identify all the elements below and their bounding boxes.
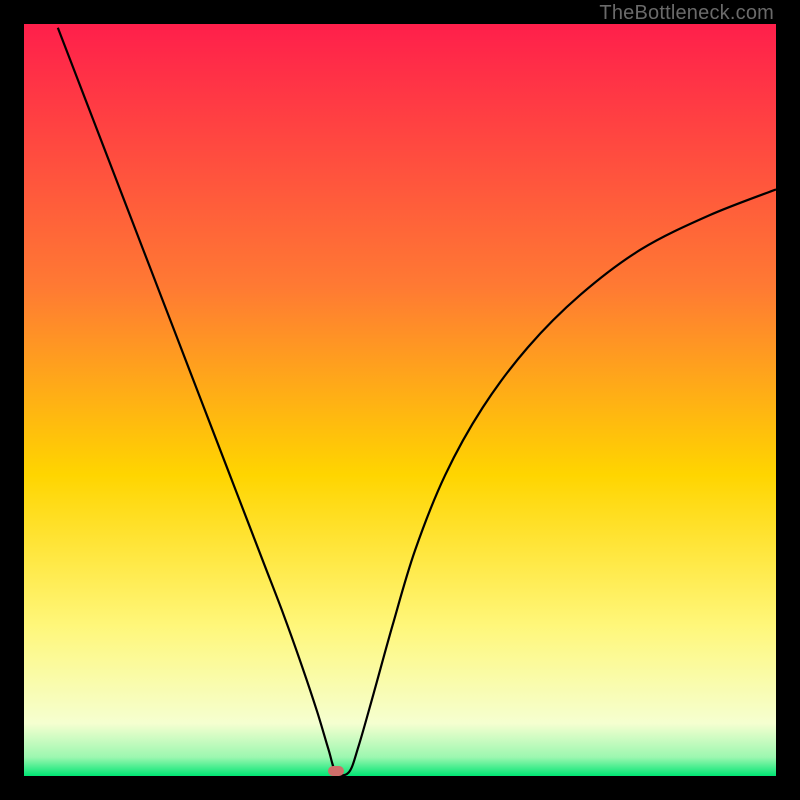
chart-frame [24,24,776,776]
optimal-point-marker [328,766,344,776]
watermark-text: TheBottleneck.com [599,2,774,25]
bottleneck-chart [24,24,776,776]
gradient-background [24,24,776,776]
